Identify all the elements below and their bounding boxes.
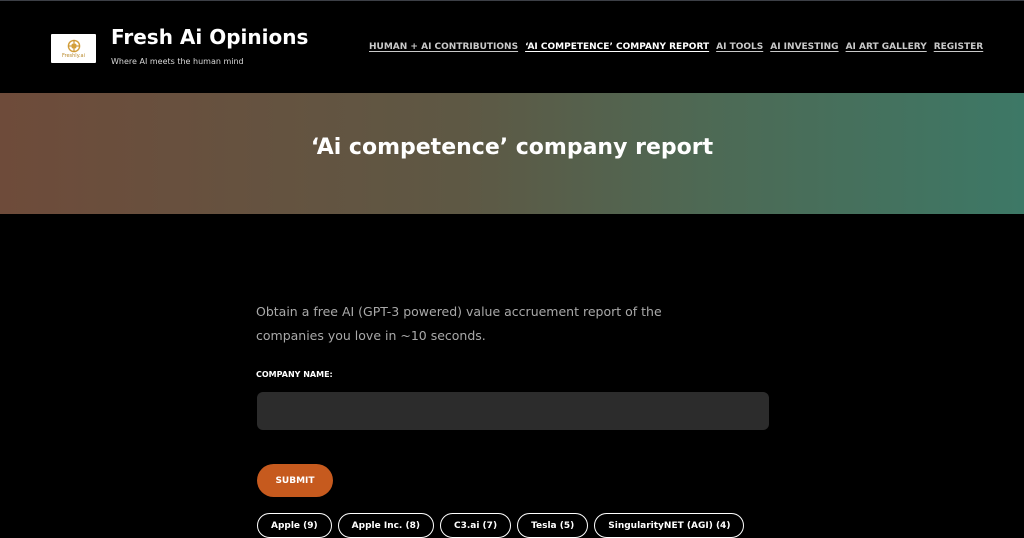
nav-human-ai-contributions[interactable]: HUMAN + AI CONTRIBUTIONS <box>369 42 518 52</box>
nav-ai-art-gallery[interactable]: AI ART GALLERY <box>846 42 927 52</box>
company-name-label: COMPANY NAME: <box>256 370 333 379</box>
site-tagline: Where AI meets the human mind <box>111 57 244 66</box>
report-form: Obtain a free AI (GPT-3 powered) value a… <box>256 300 776 538</box>
site-logo[interactable]: Freshly.ai <box>51 34 96 63</box>
page: Freshly.ai Fresh Ai Opinions Where AI me… <box>0 0 1024 538</box>
intro-text: Obtain a free AI (GPT-3 powered) value a… <box>256 304 662 343</box>
company-chip-tesla[interactable]: Tesla (5) <box>517 513 589 538</box>
site-header: Freshly.ai Fresh Ai Opinions Where AI me… <box>0 1 1024 93</box>
company-chip-apple[interactable]: Apple (9) <box>257 513 332 538</box>
nav-ai-investing[interactable]: AI INVESTING <box>770 42 838 52</box>
nav-register[interactable]: REGISTER <box>934 42 984 52</box>
company-chip-singularitynet[interactable]: SingularityNET (AGI) (4) <box>594 513 745 538</box>
page-title: ‘Ai competence’ company report <box>310 134 714 160</box>
company-name-input[interactable] <box>257 392 769 430</box>
logo-text: Freshly.ai <box>62 53 85 59</box>
nav-ai-tools[interactable]: AI TOOLS <box>716 42 763 52</box>
submit-button[interactable]: SUBMIT <box>257 464 333 497</box>
nav-ai-competence-report[interactable]: ‘AI COMPETENCE’ COMPANY REPORT <box>525 42 709 52</box>
hero-banner: ‘Ai competence’ company report <box>0 93 1024 214</box>
company-chip-apple-inc[interactable]: Apple Inc. (8) <box>337 513 434 538</box>
site-title[interactable]: Fresh Ai Opinions <box>111 25 308 49</box>
freshly-ai-logo-icon <box>67 39 80 53</box>
main-nav: HUMAN + AI CONTRIBUTIONS ‘AI COMPETENCE’… <box>369 42 983 52</box>
company-chip-c3ai[interactable]: C3.ai (7) <box>439 513 512 538</box>
popular-companies: Apple (9) Apple Inc. (8) C3.ai (7) Tesla… <box>257 513 745 538</box>
